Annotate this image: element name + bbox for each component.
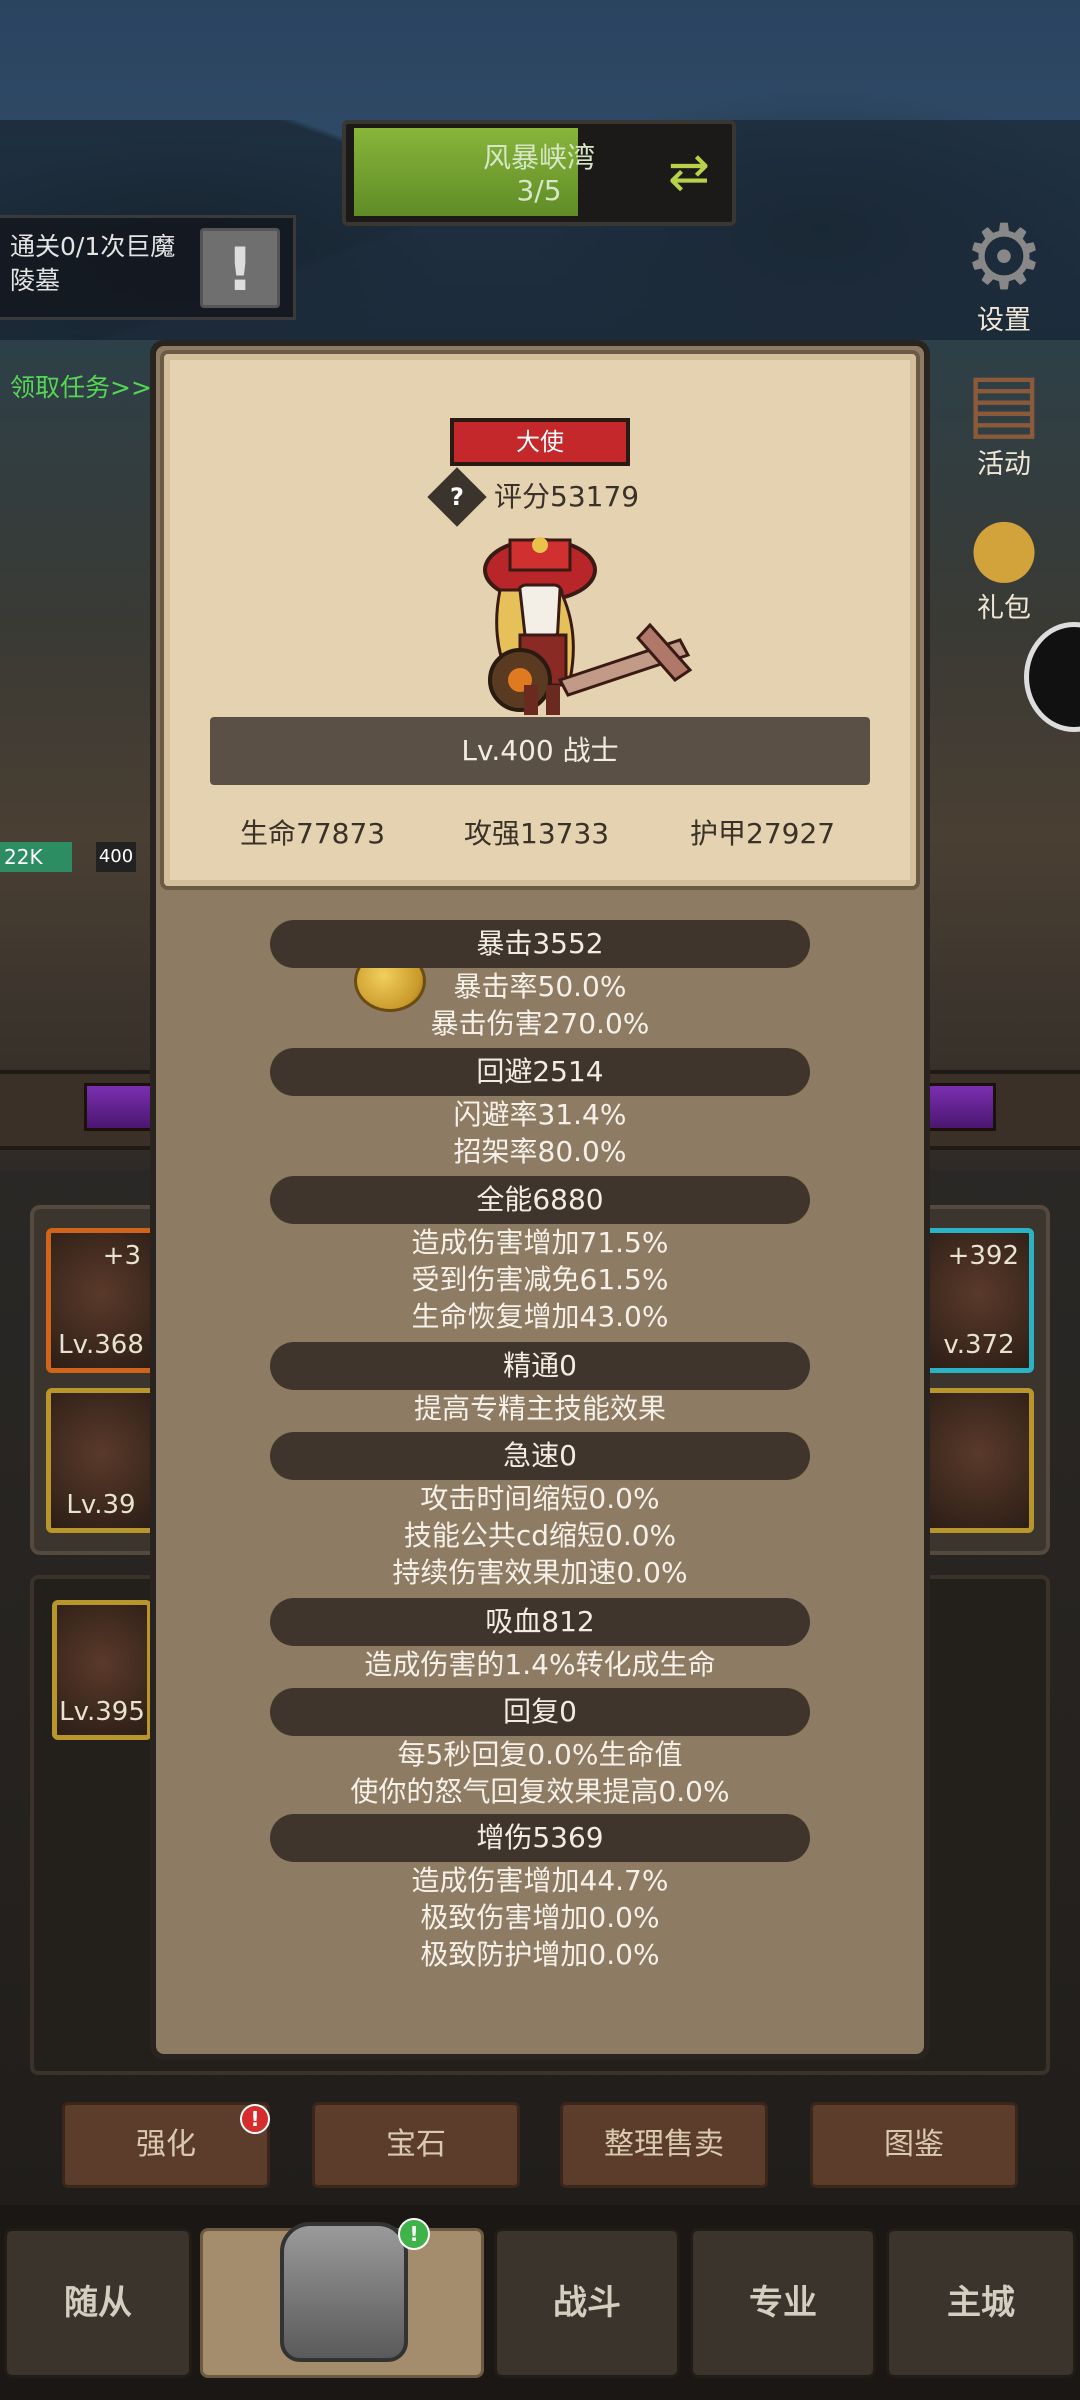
stat-line: 暴击伤害270.0% [430, 1007, 650, 1040]
notify-badge: ! [398, 2218, 430, 2250]
hero-level-chip: 400 [96, 842, 136, 872]
section-header-dodge: 回避2514 [270, 1048, 810, 1096]
scroll-board-icon: ▤ [966, 355, 1042, 448]
tab-battle[interactable]: 战斗 [494, 2228, 680, 2378]
stat-line: 闪避率31.4% [453, 1098, 627, 1131]
section-header-mastery: 精通0 [270, 1342, 810, 1390]
stat-attack: 攻强13733 [464, 817, 610, 850]
tab-followers[interactable]: 随从 [4, 2228, 192, 2378]
stat-hp: 生命77873 [240, 817, 386, 850]
settings-button[interactable]: ⚙ 设置 [944, 208, 1064, 337]
gift-box-icon: ● [969, 499, 1039, 592]
stat-line: 攻击时间缩短0.0% [420, 1482, 660, 1515]
section-header-crit: 暴击3552 [270, 920, 810, 968]
events-label: 活动 [977, 449, 1031, 480]
stat-line: 极致防护增加0.0% [420, 1938, 660, 1971]
stat-line: 提高专精主技能效果 [413, 1392, 666, 1425]
stat-line: 造成伤害增加44.7% [411, 1864, 669, 1897]
sort-sell-button[interactable]: 整理售卖 [560, 2102, 768, 2188]
stat-line: 生命恢复增加43.0% [411, 1300, 669, 1333]
stat-line: 造成伤害增加71.5% [411, 1226, 669, 1259]
stat-line: 造成伤害的1.4%转化成生命 [364, 1648, 716, 1681]
tab-main-city[interactable]: 主城 [886, 2228, 1076, 2378]
gift-pack-button[interactable]: ● 礼包 [944, 496, 1064, 625]
stat-line: 持续伤害效果加速0.0% [392, 1556, 688, 1589]
stat-line: 受到伤害减免61.5% [411, 1263, 669, 1296]
stat-line: 招架率80.0% [453, 1135, 627, 1168]
gear-icon: ⚙ [963, 205, 1045, 310]
gem-button[interactable]: 宝石 [312, 2102, 520, 2188]
refresh-stage-icon[interactable]: ⇄ [656, 136, 722, 208]
title-badge: 大使 [450, 418, 630, 466]
stat-line: 技能公共cd缩短0.0% [403, 1519, 677, 1552]
item-level: Lv.395 [59, 1697, 145, 1727]
accept-quest-link[interactable]: 领取任务>> [10, 368, 152, 404]
section-header-damage-bonus: 增伤5369 [270, 1814, 810, 1862]
armor-icon [280, 2222, 408, 2362]
section-header-haste: 急速0 [270, 1432, 810, 1480]
equip-slot-shoulder[interactable]: +392 v.372 [924, 1228, 1034, 1373]
equip-slot-amulet[interactable]: Lv.39 [46, 1388, 156, 1533]
hero-character-sprite [483, 537, 693, 715]
section-header-regen: 回复0 [270, 1688, 810, 1736]
settings-label: 设置 [977, 305, 1031, 336]
help-icon[interactable]: ? [427, 467, 487, 527]
section-header-versatility: 全能6880 [270, 1176, 810, 1224]
stat-line: 极致伤害增加0.0% [420, 1901, 660, 1934]
gift-pack-label: 礼包 [977, 593, 1031, 624]
stat-line: 使你的怒气回复效果提高0.0% [350, 1775, 730, 1808]
equip-slot-empty[interactable] [924, 1388, 1034, 1533]
section-header-lifesteal: 吸血812 [270, 1598, 810, 1646]
experience-bar-left [84, 1083, 154, 1131]
alert-badge: ! [240, 2104, 270, 2134]
events-button[interactable]: ▤ 活动 [944, 352, 1064, 481]
score-text: 评分53179 [494, 480, 640, 513]
enhance-button[interactable]: 强化 [62, 2102, 270, 2188]
item-level: Lv.39 [66, 1490, 136, 1520]
level-class-bar: Lv.400 战士 [210, 717, 870, 785]
stat-armor: 护甲27927 [690, 817, 836, 850]
stat-line: 每5秒回复0.0%生命值 [397, 1738, 683, 1771]
equip-slot-helmet[interactable]: +3 Lv.368 [46, 1228, 156, 1373]
experience-bar-right [926, 1083, 996, 1131]
tab-profession[interactable]: 专业 [690, 2228, 876, 2378]
item-level: Lv.368 [58, 1330, 144, 1360]
quest-text: 通关0/1次巨魔陵墓 [10, 232, 176, 295]
enhance-level: +392 [947, 1241, 1019, 1271]
inventory-item-ring[interactable]: Lv.395 [52, 1600, 152, 1740]
hero-hp-chip: 22K [0, 842, 72, 872]
quest-alert-icon[interactable]: ! [200, 228, 280, 308]
codex-button[interactable]: 图鉴 [810, 2102, 1018, 2188]
enhance-level: +3 [102, 1241, 141, 1271]
stat-line: 暴击率50.0% [453, 970, 627, 1003]
item-level: v.372 [943, 1330, 1015, 1360]
